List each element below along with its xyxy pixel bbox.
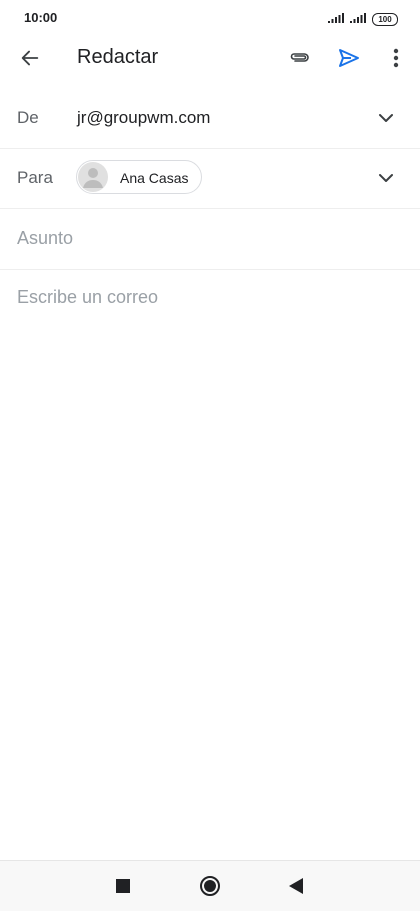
recipient-chip[interactable]: Ana Casas — [76, 160, 202, 194]
to-row[interactable]: Para Ana Casas — [0, 148, 420, 209]
signal-icon — [350, 10, 366, 28]
battery-level: 100 — [378, 14, 392, 24]
system-nav-bar — [0, 860, 420, 911]
recents-square-icon[interactable] — [109, 872, 137, 900]
signal-icon — [328, 10, 344, 28]
chevron-down-icon[interactable] — [366, 158, 406, 198]
back-triangle-icon[interactable] — [282, 872, 310, 900]
more-vert-icon[interactable] — [376, 38, 416, 78]
home-circle-icon[interactable] — [196, 872, 224, 900]
recipient-name: Ana Casas — [120, 170, 189, 186]
app-bar: Redactar — [0, 34, 420, 86]
battery-icon: 100 — [372, 12, 398, 26]
status-bar: 10:00 100 — [0, 0, 420, 34]
subject-input[interactable]: Asunto — [17, 228, 73, 249]
status-icons: 100 — [328, 10, 398, 28]
page-title: Redactar — [77, 46, 159, 68]
chevron-down-icon[interactable] — [366, 98, 406, 138]
body-input[interactable]: Escribe un correo — [17, 287, 158, 308]
from-label: De — [17, 108, 39, 127]
subject-row[interactable]: Asunto — [0, 209, 420, 270]
send-icon[interactable] — [329, 38, 369, 78]
attach-icon[interactable] — [280, 38, 320, 78]
avatar-icon — [78, 162, 108, 192]
to-label: Para — [17, 168, 53, 187]
back-arrow-icon[interactable] — [10, 38, 50, 78]
from-value[interactable]: jr@groupwm.com — [77, 108, 210, 128]
status-time: 10:00 — [24, 10, 58, 25]
from-row[interactable]: De jr@groupwm.com — [0, 88, 420, 149]
